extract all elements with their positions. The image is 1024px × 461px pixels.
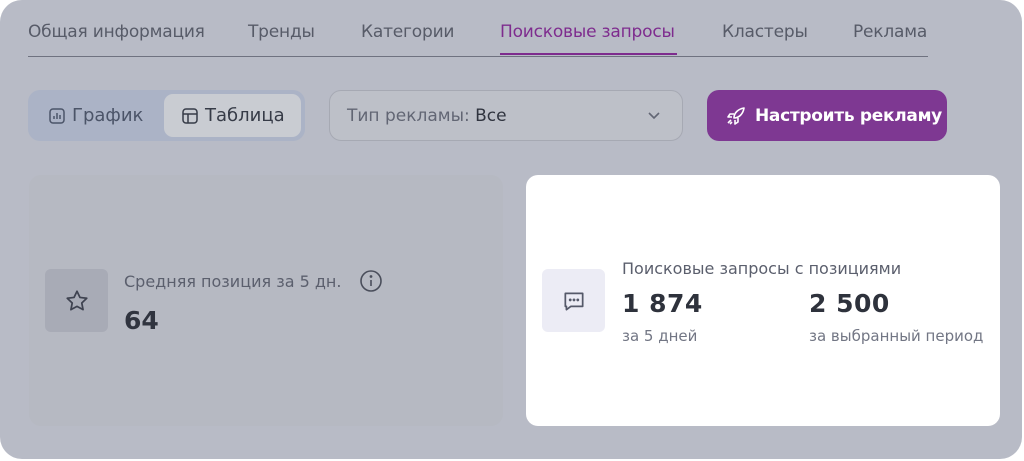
queries-5d-value: 1 874 [622, 289, 703, 318]
ad-type-select-text: Тип рекламы: Все [347, 106, 507, 126]
search-queries-card: Поисковые запросы с позициями 1 874 за 5… [526, 175, 1000, 426]
chart-view-button[interactable]: График [36, 94, 156, 137]
table-view-label: Таблица [205, 105, 285, 126]
chart-icon [49, 107, 65, 124]
avg-position-label: Средняя позиция за 5 дн. [124, 272, 342, 291]
rocket-icon [727, 106, 745, 125]
search-queries-label: Поисковые запросы с позициями [622, 259, 902, 278]
tab-categories[interactable]: Категории [361, 22, 454, 42]
app-frame: Общая информация Тренды Категории Поиско… [0, 0, 1022, 459]
avg-position-value: 64 [124, 306, 159, 335]
ad-type-select[interactable]: Тип рекламы: Все [329, 90, 683, 141]
message-icon [563, 292, 584, 311]
table-icon [182, 107, 198, 124]
table-view-button[interactable]: Таблица [164, 94, 301, 137]
tab-ads[interactable]: Реклама [853, 22, 927, 42]
tab-overview[interactable]: Общая информация [28, 22, 205, 42]
tab-clusters[interactable]: Кластеры [722, 22, 808, 42]
queries-period-value: 2 500 [809, 289, 890, 318]
configure-ads-label: Настроить рекламу [755, 105, 942, 126]
view-toggle: График Таблица [28, 90, 305, 141]
info-icon[interactable] [359, 269, 383, 293]
avg-position-icon-box [45, 269, 108, 332]
avg-position-card: Средняя позиция за 5 дн. 64 [29, 175, 503, 426]
chart-view-label: График [72, 105, 144, 126]
queries-period-caption: за выбранный период [809, 327, 984, 345]
search-queries-icon-box [542, 269, 605, 332]
chevron-down-icon [648, 112, 660, 120]
tab-search-queries[interactable]: Поисковые запросы [500, 22, 675, 42]
star-icon [65, 289, 88, 311]
tab-trends[interactable]: Тренды [248, 22, 315, 42]
tab-bar: Общая информация Тренды Категории Поиско… [28, 18, 928, 57]
ad-type-value: Все [475, 106, 507, 126]
configure-ads-button[interactable]: Настроить рекламу [707, 90, 947, 141]
ad-type-label: Тип рекламы: [347, 106, 470, 126]
active-tab-indicator [500, 53, 677, 55]
queries-5d-caption: за 5 дней [622, 327, 698, 345]
